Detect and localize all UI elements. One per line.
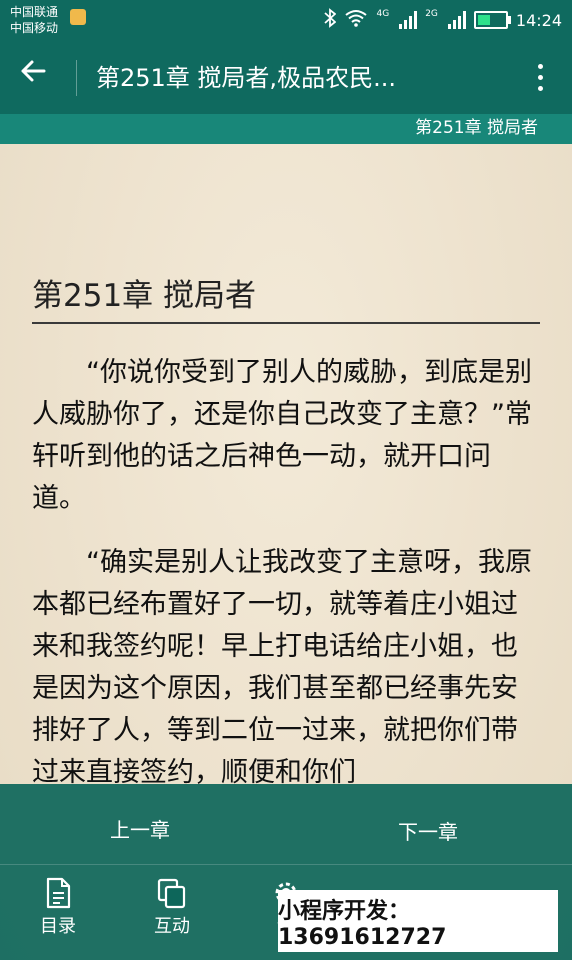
wifi-icon xyxy=(344,9,368,31)
clock: 14:24 xyxy=(515,10,562,30)
app-bar: 第251章 搅局者,极品农民... xyxy=(0,42,572,114)
chapter-title: 第251章 搅局者 xyxy=(32,278,257,314)
chapter-content: “你说你受到了别人的威胁，到底是别人威胁你了，还是你自己改变了主意？”常轩听到他… xyxy=(32,352,540,816)
signal-4g-icon xyxy=(399,11,418,29)
back-arrow-icon[interactable] xyxy=(18,56,58,96)
carrier-1: 中国联通 xyxy=(10,5,59,19)
nav-interact-label: 互动 xyxy=(154,916,190,937)
appbar-divider xyxy=(76,60,77,96)
battery-icon xyxy=(473,11,511,29)
watermark-banner: 小程序开发：13691612727 xyxy=(278,890,558,952)
prev-chapter-button[interactable]: 上一章 xyxy=(110,814,170,843)
network-2g-label: 2G xyxy=(425,9,438,19)
chapter-indicator-bar: 第251章 搅局者 xyxy=(0,114,572,144)
next-chapter-button[interactable]: 下一章 xyxy=(398,816,458,845)
paragraph: “你说你受到了别人的威胁，到底是别人威胁你了，还是你自己改变了主意？”常轩听到他… xyxy=(32,357,532,514)
panel-divider xyxy=(0,864,572,865)
bluetooth-icon xyxy=(324,8,337,32)
nav-interact[interactable]: 互动 xyxy=(132,876,212,938)
network-4g-label: 4G xyxy=(376,9,390,19)
battery-level xyxy=(477,15,490,25)
signal-2g-icon xyxy=(447,11,466,29)
current-chapter-label: 第251章 搅局者 xyxy=(415,118,538,138)
notification-app-icon xyxy=(70,9,86,25)
paragraph: “确实是别人让我改变了主意呀，我原本都已经布置好了一切，就等着庄小姐过来和我签约… xyxy=(32,547,532,788)
carrier-info: 中国联通 中国移动 xyxy=(10,4,58,36)
status-bar: 中国联通 中国移动 4G 2G 14:24 xyxy=(0,0,572,42)
nav-toc-label: 目录 xyxy=(40,916,76,937)
page-title: 第251章 搅局者,极品农民... xyxy=(96,64,396,92)
copy-icon xyxy=(132,876,212,910)
nav-toc[interactable]: 目录 xyxy=(18,876,98,938)
more-vertical-icon[interactable] xyxy=(528,54,552,100)
document-icon xyxy=(18,876,98,910)
title-underline xyxy=(32,322,540,324)
status-icons: 4G 2G 14:24 xyxy=(324,8,562,32)
carrier-2: 中国移动 xyxy=(10,21,59,35)
